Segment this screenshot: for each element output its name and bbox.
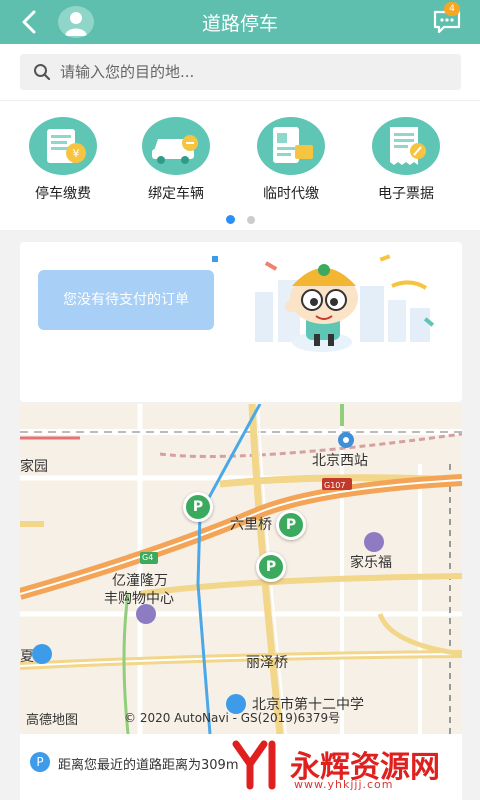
parking-pin[interactable]: P: [256, 552, 286, 582]
service-bind-vehicle[interactable]: 绑定车辆: [126, 117, 226, 203]
service-parking-payment[interactable]: ¥ 停车缴费: [13, 117, 113, 203]
map-roads: [20, 404, 462, 734]
carousel-dot-active[interactable]: [225, 215, 235, 224]
map-copyright: © 2020 AutoNavi - GS(2019)6379号: [124, 711, 341, 725]
map-label: 北京西站: [312, 453, 368, 469]
watermark-url: www.yhkjjj.com: [294, 778, 394, 791]
top-bar: 道路停车 4: [0, 0, 480, 44]
order-status-card: 您没有待支付的订单: [20, 242, 462, 402]
parking-pin[interactable]: P: [276, 510, 306, 540]
service-label: 电子票据: [378, 186, 434, 202]
mascot-illustration: [212, 254, 435, 352]
svg-text:¥: ¥: [73, 147, 80, 160]
temporary-payment-icon: [257, 117, 325, 175]
map-label: 六里桥: [230, 517, 272, 533]
map-label: G107: [324, 481, 346, 490]
service-e-receipt[interactable]: 电子票据: [356, 117, 456, 203]
carousel-dot[interactable]: [246, 216, 255, 224]
map-label: 丰购物中心: [104, 591, 174, 607]
search-box[interactable]: [20, 54, 461, 90]
search-section: [0, 44, 480, 100]
parking-map[interactable]: 家园 北京西站 G107 G4 六里桥 家乐福 亿潼隆万 丰购物中心 夏 丽泽桥…: [20, 404, 462, 734]
map-label: 家园: [20, 459, 48, 475]
nearest-distance-text: 距离您最近的道路距离为309m: [58, 758, 239, 773]
message-badge: 4: [444, 2, 460, 16]
page-title: 道路停车: [201, 13, 278, 35]
carousel-indicator: [0, 209, 480, 228]
service-label: 绑定车辆: [148, 186, 204, 202]
map-label: 家乐福: [350, 555, 392, 571]
map-label: G4: [142, 553, 154, 562]
parking-payment-icon: ¥: [29, 117, 97, 175]
parking-pin[interactable]: P: [183, 492, 213, 522]
bind-vehicle-icon: [142, 117, 210, 175]
search-input[interactable]: [60, 54, 450, 90]
map-provider-logo: 高德地图: [26, 713, 79, 728]
watermark: 永辉资源网 www.yhkjjj.com: [232, 740, 472, 792]
map-label: 亿潼隆万: [112, 573, 168, 589]
service-label: 停车缴费: [35, 186, 91, 202]
map-label: 丽泽桥: [246, 655, 288, 671]
search-icon: [34, 64, 51, 81]
service-temporary-payment[interactable]: 临时代缴: [241, 117, 341, 203]
service-grid: ¥ 停车缴费 绑定车辆 临时代缴 电子票据: [0, 100, 480, 230]
watermark-logo-icon: [232, 740, 276, 790]
service-label: 临时代缴: [263, 186, 319, 202]
e-receipt-icon: [372, 117, 440, 175]
parking-icon: P: [30, 752, 50, 772]
map-label: 夏: [20, 649, 34, 665]
